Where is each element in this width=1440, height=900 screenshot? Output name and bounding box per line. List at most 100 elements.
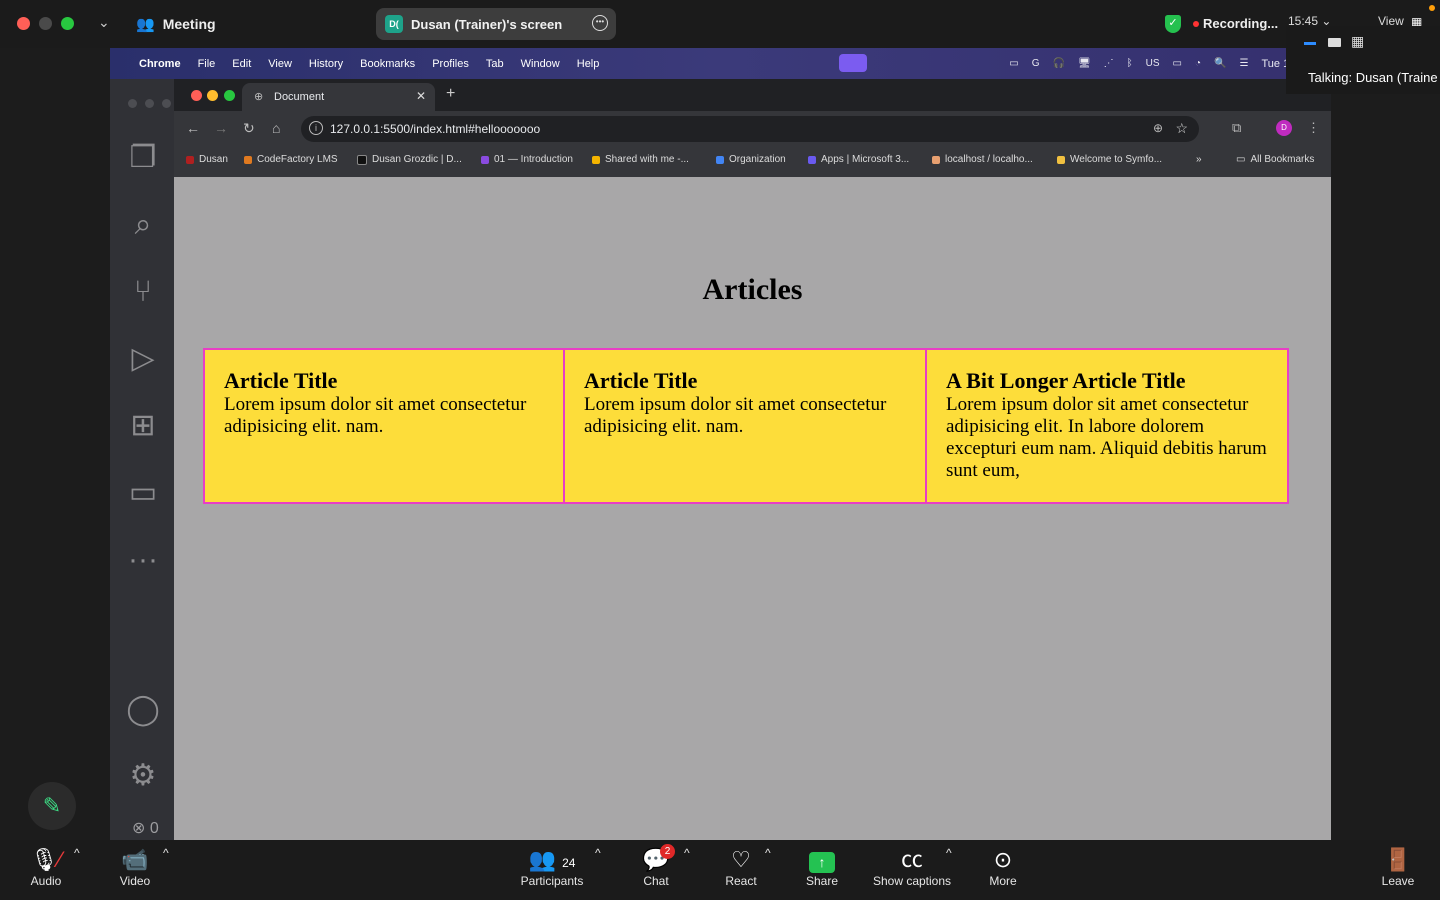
menu-edit[interactable]: Edit: [232, 58, 251, 70]
back-arrow-icon[interactable]: ←: [186, 120, 200, 136]
article-body: Lorem ipsum dolor sit amet consectetur a…: [224, 394, 527, 437]
url-text[interactable]: 127.0.0.1:5500/index.html#hellooooooo: [330, 122, 540, 136]
forward-arrow-icon[interactable]: →: [214, 120, 228, 136]
more-icon[interactable]: ···: [124, 541, 162, 579]
security-shield-icon[interactable]: ✓: [1165, 15, 1181, 33]
menu-app-chrome[interactable]: Chrome: [139, 58, 181, 70]
menu-help[interactable]: Help: [577, 58, 600, 70]
window-icon[interactable]: ▭: [1009, 58, 1018, 69]
speaker-view-icon[interactable]: [1328, 38, 1341, 47]
menu-profiles[interactable]: Profiles: [432, 58, 469, 70]
account-icon[interactable]: ◯: [124, 691, 162, 729]
audio-options-caret-icon[interactable]: ^: [74, 846, 80, 860]
control-center-icon[interactable]: ☰: [1240, 58, 1249, 69]
audio-button[interactable]: 🎙⁄ Audio: [20, 846, 72, 888]
more-bookmarks-chevron-icon[interactable]: »: [1196, 154, 1202, 165]
reload-icon[interactable]: ↻: [243, 120, 255, 137]
bookmark-item[interactable]: CodeFactory LMS: [244, 154, 338, 165]
menu-bookmarks[interactable]: Bookmarks: [360, 58, 415, 70]
wifi-icon[interactable]: ◔: [1195, 58, 1201, 69]
bookmark-item[interactable]: 01 — Introduction: [481, 154, 573, 165]
all-bookmarks-folder[interactable]: ▭ All Bookmarks: [1236, 154, 1314, 165]
run-debug-icon[interactable]: ▷: [124, 340, 162, 378]
more-button[interactable]: ⊙ More: [982, 846, 1024, 888]
chrome-minimize-button[interactable]: [207, 90, 218, 101]
settings-gear-icon[interactable]: ⚙: [124, 757, 162, 795]
share-button[interactable]: ↑ Share: [800, 846, 844, 888]
home-icon[interactable]: ⌂: [272, 120, 280, 136]
recording-indicator[interactable]: Recording...: [1193, 16, 1278, 31]
leave-button[interactable]: 🚪 Leave: [1376, 846, 1420, 888]
site-info-icon[interactable]: i: [309, 121, 323, 135]
video-options-caret-icon[interactable]: ^: [163, 846, 169, 860]
share-screen-icon: ↑: [800, 846, 844, 874]
display-icon[interactable]: 🖥: [1078, 58, 1091, 69]
fullscreen-window-button[interactable]: [61, 17, 74, 30]
participants-options-caret-icon[interactable]: ^: [595, 846, 601, 860]
web-page-content: Articles Article Title Lorem ipsum dolor…: [174, 177, 1331, 840]
close-tab-icon[interactable]: ✕: [416, 89, 426, 103]
participants-button[interactable]: 👥 24 Participants: [512, 846, 592, 888]
spotlight-search-icon[interactable]: 🔍: [1214, 58, 1226, 69]
menu-history[interactable]: History: [309, 58, 343, 70]
menu-file[interactable]: File: [198, 58, 216, 70]
article-title: A Bit Longer Article Title: [946, 368, 1186, 393]
leave-door-icon: 🚪: [1384, 847, 1412, 872]
bookmark-item[interactable]: Organization: [716, 154, 786, 165]
chrome-maximize-button[interactable]: [224, 90, 235, 101]
problems-status[interactable]: ⊗ 0: [132, 818, 159, 838]
bookmark-star-icon[interactable]: ☆: [1175, 120, 1188, 137]
muted-mic-icon: 🎙⁄: [30, 847, 62, 872]
bookmark-item[interactable]: Apps | Microsoft 3...: [808, 154, 909, 165]
bookmark-item[interactable]: Shared with me -...: [592, 154, 689, 165]
bluetooth-icon[interactable]: ᛒ: [1127, 58, 1133, 69]
grammarly-icon[interactable]: G: [1032, 58, 1040, 69]
tab-document[interactable]: ⊕ Document ✕: [242, 83, 435, 111]
react-options-caret-icon[interactable]: ^: [765, 846, 771, 860]
dots-icon[interactable]: ⋰: [1104, 58, 1114, 69]
minimize-panel-icon[interactable]: [1304, 42, 1316, 45]
annotate-pen-button[interactable]: ✎: [28, 782, 76, 830]
meeting-info[interactable]: 👥 Meeting: [136, 15, 216, 33]
remote-explorer-icon[interactable]: ▭: [124, 474, 162, 512]
participants-icon: 👥 24: [528, 847, 576, 872]
headphones-icon[interactable]: 🎧: [1052, 58, 1064, 69]
chevron-down-icon[interactable]: ⌄: [98, 14, 110, 31]
captions-options-caret-icon[interactable]: ^: [946, 846, 952, 860]
chrome-menu-icon[interactable]: ⋮: [1307, 120, 1320, 136]
menu-window[interactable]: Window: [521, 58, 560, 70]
explorer-icon[interactable]: ❐: [124, 139, 162, 177]
profile-avatar[interactable]: D: [1276, 120, 1292, 136]
gallery-view-icon[interactable]: ▦: [1351, 33, 1364, 50]
bookmark-item[interactable]: localhost / localho...: [932, 154, 1033, 165]
bookmark-item[interactable]: Dusan Grozdic | D...: [357, 154, 462, 165]
keyboard-layout-icon[interactable]: US: [1146, 58, 1160, 69]
battery-icon[interactable]: ▭: [1173, 58, 1182, 69]
bookmark-item[interactable]: Welcome to Symfo...: [1057, 154, 1162, 165]
vscode-window-controls: [128, 99, 171, 108]
menu-tab[interactable]: Tab: [486, 58, 504, 70]
chrome-close-button[interactable]: [191, 90, 202, 101]
new-tab-button[interactable]: +: [446, 85, 455, 103]
extensions-icon[interactable]: ⊞: [124, 407, 162, 445]
mac-menu-bar: Chrome File Edit View History Bookmarks …: [110, 48, 1331, 79]
address-bar[interactable]: i 127.0.0.1:5500/index.html#hellooooooo …: [301, 116, 1199, 142]
video-button[interactable]: 📹 Video: [108, 846, 162, 888]
menu-view[interactable]: View: [268, 58, 292, 70]
articles-container: Article Title Lorem ipsum dolor sit amet…: [203, 348, 1301, 504]
bookmark-item[interactable]: Dusan: [186, 154, 228, 165]
article-body: Lorem ipsum dolor sit amet consectetur a…: [946, 394, 1267, 481]
screen-share-status-icon[interactable]: [839, 54, 867, 72]
more-options-icon[interactable]: •••: [592, 15, 608, 31]
screen-share-pill[interactable]: D( Dusan (Trainer)'s screen •••: [376, 8, 616, 40]
search-icon[interactable]: ⌕: [124, 206, 162, 244]
zoom-icon[interactable]: ⊕: [1153, 121, 1163, 135]
chrome-tab-strip: ⊕ Document ✕ +: [174, 79, 1331, 111]
chat-options-caret-icon[interactable]: ^: [684, 846, 690, 860]
show-captions-button[interactable]: ㏄ Show captions: [866, 846, 958, 888]
react-button[interactable]: ♡ React: [718, 846, 764, 888]
extensions-puzzle-icon[interactable]: ⧉: [1232, 120, 1241, 136]
minimize-window-button[interactable]: [39, 17, 52, 30]
source-control-icon[interactable]: ⑂: [124, 273, 162, 311]
close-window-button[interactable]: [17, 17, 30, 30]
